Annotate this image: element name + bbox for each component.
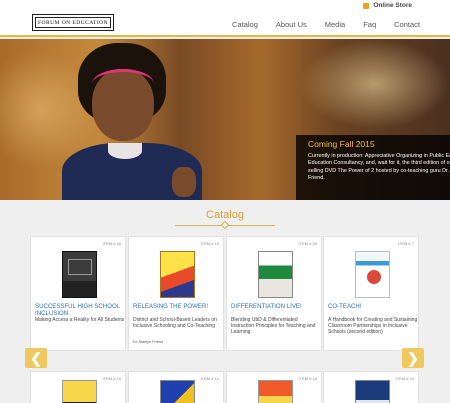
product-description: Making Access a Reality for All Students xyxy=(35,317,125,323)
product-description: District and School-Based Leaders on Inc… xyxy=(133,317,217,329)
item-number: ITEM # 16 xyxy=(102,241,121,246)
book-cover-image[interactable] xyxy=(258,251,293,298)
book-cover-image[interactable] xyxy=(355,380,390,403)
online-store-label: Online Store xyxy=(373,2,412,9)
online-store-link[interactable]: Online Store xyxy=(363,0,412,11)
product-title-link[interactable]: RELEASING THE POWER! xyxy=(133,303,223,310)
item-number: ITEM # 25 xyxy=(298,241,317,246)
catalog-card[interactable]: ITEM # 24 xyxy=(323,371,419,403)
catalog-card[interactable]: ITEM # 16 SUCCESSFUL HIGH SCHOOL INCLUSI… xyxy=(30,236,126,351)
product-title-link[interactable]: DIFFERENTIATION LIVE! xyxy=(231,303,321,310)
catalog-grid-row-2: ITEM # 10 ITEM # 12 ITEM # 18 ITEM # 24 xyxy=(30,371,419,403)
product-title-link[interactable]: CO-TEACH! xyxy=(328,303,418,310)
top-bar: Online Store xyxy=(0,0,450,11)
book-cover-image[interactable] xyxy=(355,251,390,298)
hero-text-line: selling DVD The Power of 2 hosted by co-… xyxy=(308,167,450,174)
hero-slider: Coming Fall 2015 Currently in production… xyxy=(0,39,450,200)
hero-photo-collar xyxy=(108,143,142,159)
product-description: A Handbook for Creating and Sustaining C… xyxy=(328,317,418,335)
site-logo[interactable]: FORUM ON EDUCATION xyxy=(32,14,114,31)
book-cover-image[interactable] xyxy=(160,251,195,298)
product-author: Dr. Marilyn Friend xyxy=(133,340,163,344)
item-number: ITEM # 12 xyxy=(200,376,219,381)
item-number: ITEM # 7 xyxy=(397,241,414,246)
book-cover-image[interactable] xyxy=(160,380,195,403)
catalog-grid: ITEM # 16 SUCCESSFUL HIGH SCHOOL INCLUSI… xyxy=(30,236,419,351)
main-nav: Catalog About Us Media Faq Contact xyxy=(232,11,420,37)
catalog-card[interactable]: ITEM # 25 DIFFERENTIATION LIVE! Blending… xyxy=(226,236,322,351)
chevron-left-icon[interactable]: ❮ xyxy=(25,348,47,368)
nav-contact[interactable]: Contact xyxy=(394,20,420,29)
hero-background-light xyxy=(300,39,450,129)
nav-media[interactable]: Media xyxy=(325,20,345,29)
item-number: ITEM # 24 xyxy=(395,376,414,381)
catalog-card[interactable]: ITEM # 18 xyxy=(226,371,322,403)
hero-text-line: Education Consultancy, and, wait for it,… xyxy=(308,160,450,167)
book-cover-image[interactable] xyxy=(62,380,97,403)
divider-diamond-icon xyxy=(220,220,230,230)
item-number: ITEM # 18 xyxy=(298,376,317,381)
hero-title: Coming Fall 2015 xyxy=(308,139,375,149)
catalog-card[interactable]: ITEM # 12 xyxy=(128,371,224,403)
hero-text-line: Currently in production: Appreciative Or… xyxy=(308,153,450,159)
nav-faq[interactable]: Faq xyxy=(363,20,376,29)
hero-photo-headband xyxy=(92,69,154,99)
chevron-right-icon[interactable]: ❯ xyxy=(402,348,424,368)
catalog-card[interactable]: ITEM # 10 xyxy=(30,371,126,403)
book-cover-image[interactable] xyxy=(62,251,97,298)
nav-about-us[interactable]: About Us xyxy=(276,20,307,29)
catalog-card[interactable]: ITEM # 7 CO-TEACH! A Handbook for Creati… xyxy=(323,236,419,351)
product-title-link[interactable]: SUCCESSFUL HIGH SCHOOL INCLUSION xyxy=(35,303,125,318)
catalog-card[interactable]: ITEM # 15 RELEASING THE POWER! District … xyxy=(128,236,224,351)
hero-text-line: Friend. xyxy=(308,174,325,181)
item-number: ITEM # 15 xyxy=(200,241,219,246)
site-header: FORUM ON EDUCATION Catalog About Us Medi… xyxy=(0,11,450,37)
hero-photo-hand xyxy=(172,167,196,197)
book-cover-image[interactable] xyxy=(258,380,293,403)
nav-catalog[interactable]: Catalog xyxy=(232,20,258,29)
item-number: ITEM # 10 xyxy=(102,376,121,381)
catalog-heading: Catalog xyxy=(206,209,244,221)
hero-caption: Coming Fall 2015 Currently in production… xyxy=(296,135,450,200)
logo-text: FORUM ON EDUCATION xyxy=(35,17,111,28)
catalog-divider xyxy=(175,220,275,230)
shopping-bag-icon xyxy=(363,2,370,9)
product-description: Blending UbD & Differentiated Instructio… xyxy=(231,317,316,335)
